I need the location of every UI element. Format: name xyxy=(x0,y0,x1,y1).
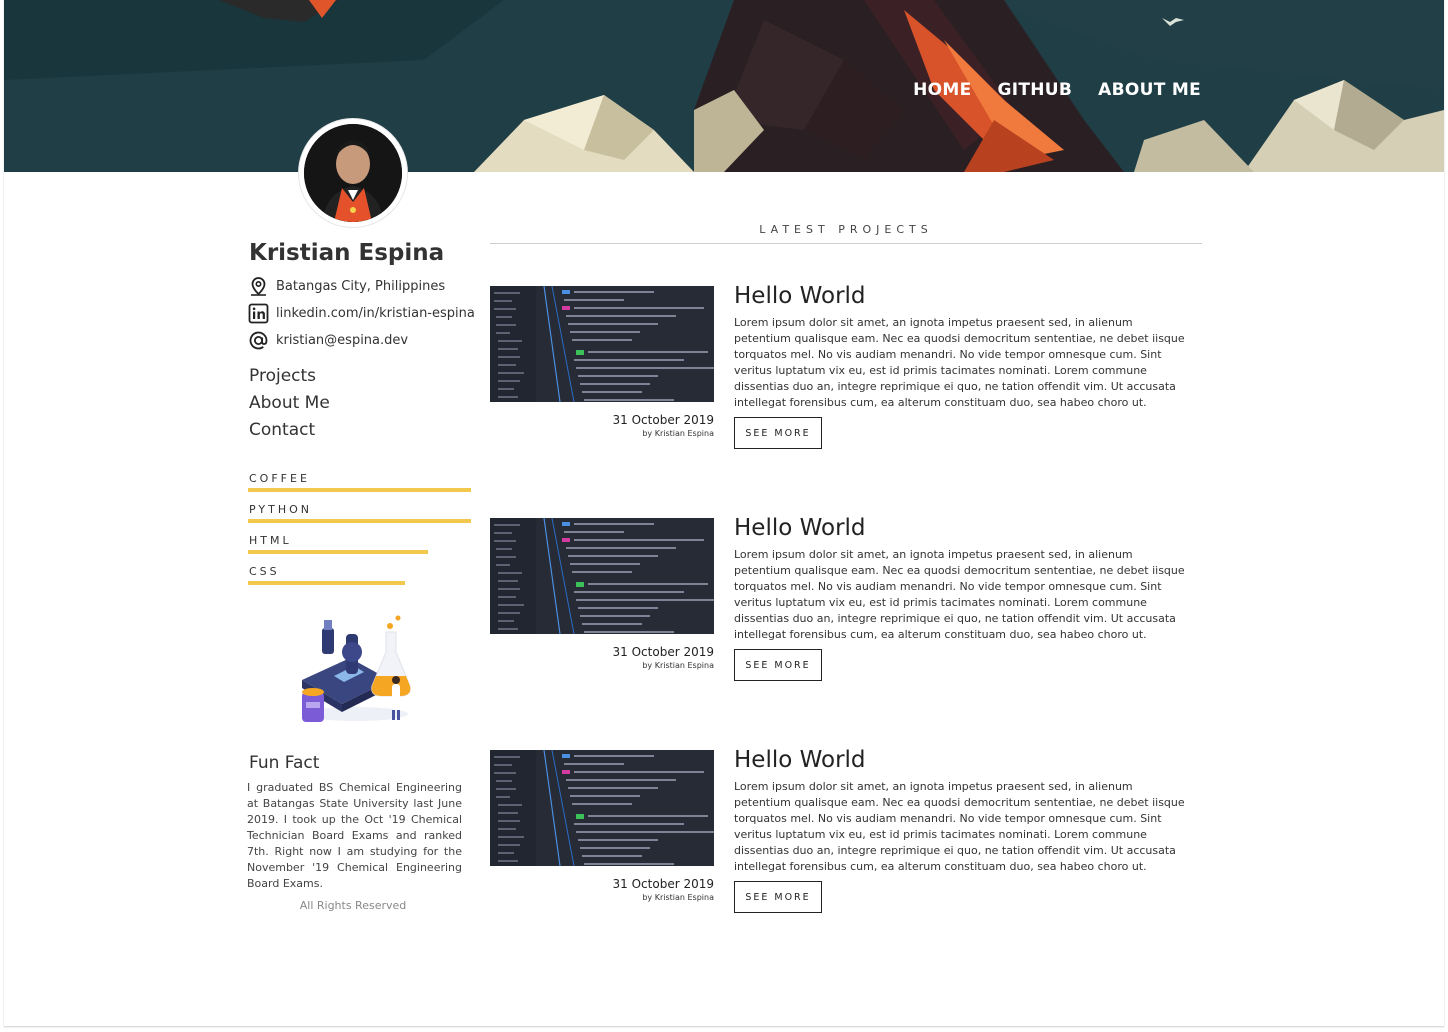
map-pin-icon xyxy=(248,276,269,297)
profile-name: Kristian Espina xyxy=(249,240,445,266)
top-nav: HOME GITHUB ABOUT ME xyxy=(913,80,1201,100)
project-author: by Kristian Espina xyxy=(642,893,714,902)
skill-python: PYTHON xyxy=(248,503,471,523)
skill-label: CSS xyxy=(249,565,280,578)
latest-projects-heading: LATEST PROJECTS xyxy=(759,223,933,236)
fun-fact-text: I graduated BS Chemical Engineering at B… xyxy=(247,781,462,890)
email-link[interactable]: kristian@espina.dev xyxy=(276,333,408,348)
see-more-button[interactable]: SEE MORE xyxy=(734,881,822,913)
skill-label: COFFEE xyxy=(249,472,310,485)
code-editor-screenshot xyxy=(490,286,714,402)
fun-fact-title: Fun Fact xyxy=(249,753,320,773)
project-thumbnail[interactable] xyxy=(490,750,714,866)
project-title[interactable]: Hello World xyxy=(734,515,866,541)
see-more-button[interactable]: SEE MORE xyxy=(734,417,822,449)
skill-label: PYTHON xyxy=(249,503,312,516)
skill-html: HTML xyxy=(248,534,428,554)
linkedin-link[interactable]: linkedin.com/in/kristian-espina xyxy=(276,306,475,321)
project-date: 31 October 2019 xyxy=(612,413,714,427)
code-editor-screenshot xyxy=(490,750,714,866)
project-author: by Kristian Espina xyxy=(642,661,714,670)
project-author: by Kristian Espina xyxy=(642,429,714,438)
see-more-button[interactable]: SEE MORE xyxy=(734,649,822,681)
sidebar-item-projects[interactable]: Projects xyxy=(249,366,330,386)
project-thumbnail[interactable] xyxy=(490,286,714,402)
skill-bar xyxy=(248,519,471,523)
nav-about-me-link[interactable]: ABOUT ME xyxy=(1098,80,1201,100)
project-card: 31 October 2019 by Kristian Espina Hello… xyxy=(490,283,1202,466)
skill-label: HTML xyxy=(249,534,292,547)
avatar xyxy=(299,119,407,227)
hero-banner: HOME GITHUB ABOUT ME xyxy=(4,0,1444,172)
linkedin-row[interactable]: linkedin.com/in/kristian-espina xyxy=(248,303,475,324)
skill-coffee: COFFEE xyxy=(248,472,471,492)
footer-text: All Rights Reserved xyxy=(299,899,407,912)
location-row: Batangas City, Philippines xyxy=(248,276,445,297)
low-poly-mountain-art xyxy=(4,0,1444,172)
nav-github-link[interactable]: GITHUB xyxy=(998,80,1073,100)
project-date: 31 October 2019 xyxy=(612,645,714,659)
project-description: Lorem ipsum dolor sit amet, an ignota im… xyxy=(734,780,1185,873)
code-editor-screenshot xyxy=(490,518,714,634)
linkedin-icon xyxy=(248,303,269,324)
project-card: 31 October 2019 by Kristian Espina Hello… xyxy=(490,515,1202,698)
sidebar-item-contact[interactable]: Contact xyxy=(249,420,330,440)
section-divider xyxy=(490,243,1202,244)
project-description: Lorem ipsum dolor sit amet, an ignota im… xyxy=(734,316,1185,409)
project-card: 31 October 2019 by Kristian Espina Hello… xyxy=(490,747,1202,930)
skill-bar xyxy=(248,581,405,585)
project-title[interactable]: Hello World xyxy=(734,747,866,773)
sidebar-item-about-me[interactable]: About Me xyxy=(249,393,330,413)
location-text: Batangas City, Philippines xyxy=(276,279,446,294)
project-date: 31 October 2019 xyxy=(612,877,714,891)
nav-home-link[interactable]: HOME xyxy=(913,80,971,100)
project-title[interactable]: Hello World xyxy=(734,283,866,309)
sidebar-nav: Projects About Me Contact xyxy=(249,366,330,447)
project-description: Lorem ipsum dolor sit amet, an ignota im… xyxy=(734,548,1185,641)
microscope-flask-illustration xyxy=(294,614,418,730)
skill-bar xyxy=(248,550,428,554)
project-thumbnail[interactable] xyxy=(490,518,714,634)
skill-bar xyxy=(248,488,471,492)
at-sign-icon xyxy=(248,330,269,351)
email-row[interactable]: kristian@espina.dev xyxy=(248,330,408,351)
avatar-photo xyxy=(304,124,402,222)
skill-css: CSS xyxy=(248,565,405,585)
